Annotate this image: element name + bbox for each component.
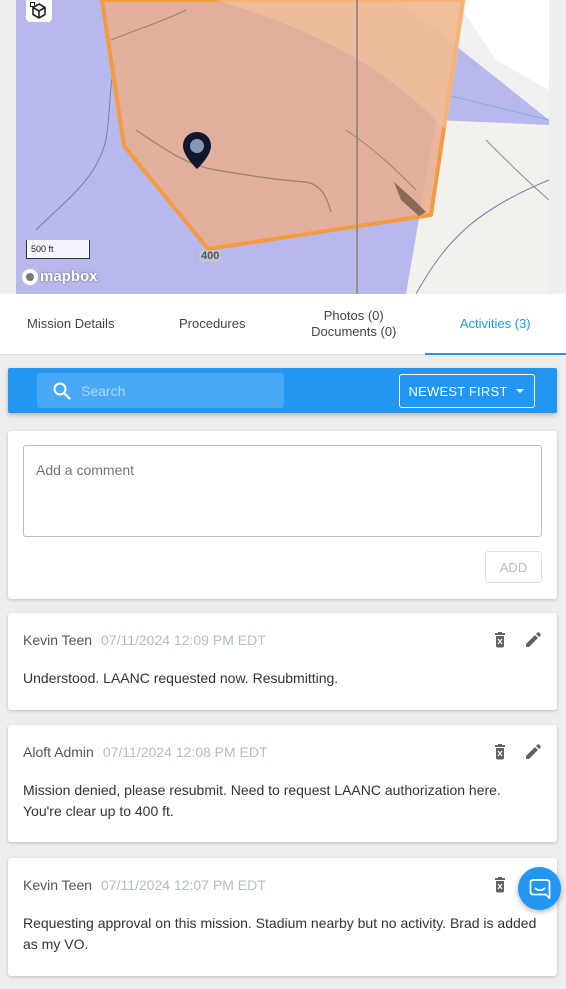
- sort-order-select[interactable]: NEWEST FIRST: [399, 374, 535, 408]
- activity-item: Aloft Admin 07/11/2024 12:08 PM EDT Miss…: [8, 725, 557, 842]
- edit-icon[interactable]: [525, 744, 541, 760]
- activity-header: Kevin Teen 07/11/2024 12:07 PM EDT: [23, 877, 266, 893]
- search-input[interactable]: [81, 382, 271, 399]
- activity-text: Requesting approval on this mission. Sta…: [23, 915, 537, 952]
- search-icon: [53, 382, 71, 400]
- tab-label: Mission Details: [27, 316, 115, 331]
- mapbox-logo-text: mapbox: [40, 268, 98, 285]
- map-3d-toggle-icon[interactable]: [26, 0, 52, 22]
- chat-bubble-icon: [529, 878, 550, 899]
- activities-toolbar: NEWEST FIRST: [8, 368, 557, 413]
- sort-label: NEWEST FIRST: [408, 383, 508, 399]
- activity-item: Kevin Teen 07/11/2024 12:09 PM EDT Under…: [8, 613, 557, 710]
- comment-input[interactable]: [23, 445, 542, 537]
- mission-tabs: Mission Details Procedures Photos (0) Do…: [0, 294, 566, 355]
- tab-label-photos: Photos (0): [323, 308, 384, 323]
- altitude-label: 400: [199, 250, 222, 262]
- chat-support-button[interactable]: [518, 867, 561, 910]
- activity-header: Kevin Teen 07/11/2024 12:09 PM EDT: [23, 632, 266, 648]
- tab-mission-details[interactable]: Mission Details: [0, 294, 142, 354]
- tab-label: Activities (3): [459, 316, 531, 331]
- delete-icon[interactable]: [493, 744, 507, 760]
- delete-icon[interactable]: [493, 632, 507, 648]
- mapbox-logo: mapbox: [22, 268, 98, 285]
- activity-text: Mission denied, please resubmit. Need to…: [23, 782, 501, 819]
- activity-timestamp: 07/11/2024 12:08 PM EDT: [102, 744, 268, 760]
- add-comment-button[interactable]: ADD: [485, 551, 542, 583]
- search-box[interactable]: [37, 373, 284, 408]
- tab-procedures[interactable]: Procedures: [142, 294, 284, 354]
- mission-map[interactable]: 500 ft 400 mapbox: [16, 0, 549, 294]
- new-comment-card: ADD: [8, 431, 557, 599]
- mapbox-logo-icon: [22, 268, 38, 285]
- map-scale-bar: 500 ft: [26, 240, 90, 259]
- tab-label-documents: Documents (0): [311, 324, 397, 339]
- activity-text: Understood. LAANC requested now. Resubmi…: [23, 670, 339, 686]
- map-background: [16, 0, 549, 294]
- tab-photos-documents[interactable]: Photos (0) Documents (0): [283, 294, 425, 354]
- edit-icon[interactable]: [525, 632, 541, 648]
- delete-icon[interactable]: [493, 877, 507, 893]
- activity-timestamp: 07/11/2024 12:07 PM EDT: [101, 877, 266, 893]
- activity-author: Aloft Admin: [23, 744, 94, 760]
- activity-timestamp: 07/11/2024 12:09 PM EDT: [101, 632, 266, 648]
- tab-activities[interactable]: Activities (3): [424, 294, 566, 355]
- activity-author: Kevin Teen: [23, 877, 93, 893]
- activity-item: Kevin Teen 07/11/2024 12:07 PM EDT Reque…: [8, 858, 557, 976]
- caret-down-icon: [516, 389, 525, 393]
- location-pin-icon[interactable]: [182, 131, 212, 176]
- tab-label: Procedures: [179, 316, 246, 331]
- activity-header: Aloft Admin 07/11/2024 12:08 PM EDT: [23, 744, 268, 760]
- activity-author: Kevin Teen: [23, 632, 93, 648]
